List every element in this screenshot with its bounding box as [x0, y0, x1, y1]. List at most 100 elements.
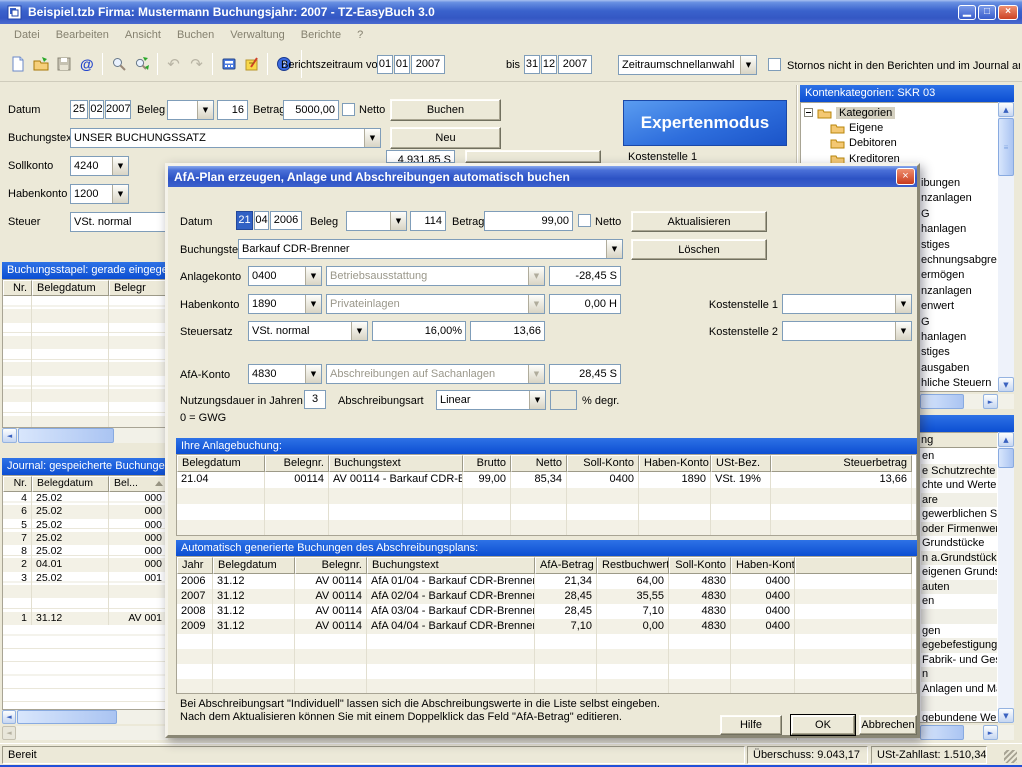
maximize-button[interactable]: □ [978, 5, 996, 20]
tree-item-fragment[interactable]: hanlagen [921, 222, 997, 237]
menu-item[interactable]: Ansicht [125, 29, 161, 41]
betrag-field[interactable]: 5000,00 [283, 100, 339, 120]
sort-ascending-icon[interactable] [155, 481, 163, 486]
new-document-icon[interactable] [8, 54, 27, 73]
table-row[interactable] [3, 416, 167, 428]
accounts-vscrollbar[interactable]: ▲ ▼ [998, 432, 1014, 723]
column-header[interactable]: Buchungstext [367, 557, 535, 574]
column-header[interactable]: Soll-Konto [669, 557, 731, 574]
account-row-fragment[interactable]: auten [921, 580, 997, 595]
menu-item[interactable]: Verwaltung [230, 29, 284, 41]
table-row[interactable] [3, 296, 167, 309]
dlg-datum-year[interactable]: 2006 [270, 211, 302, 230]
table-row[interactable] [177, 488, 916, 504]
dlg-netto-checkbox[interactable] [578, 214, 591, 227]
tree-item-fragment[interactable]: ausgaben [921, 361, 997, 376]
tree-item-fragment[interactable]: ermögen [921, 268, 997, 283]
account-row-fragment[interactable]: gebundene Werk [921, 711, 997, 722]
table-row[interactable]: 725.02000 [3, 532, 167, 545]
sollkonto-select[interactable]: 4240 ▼ [70, 156, 129, 176]
anlagekonto-select[interactable]: 0400 ▼ [248, 266, 322, 286]
tree-item-fragment[interactable]: nzanlagen [921, 191, 997, 206]
table-row[interactable] [177, 664, 916, 679]
collapse-icon[interactable] [804, 108, 813, 117]
period-to-day[interactable]: 31 [524, 55, 540, 74]
undo-icon[interactable]: ↶ [164, 54, 183, 73]
scroll-right-icon[interactable]: ► [983, 394, 998, 409]
beleg-nr-field[interactable]: 16 [217, 100, 248, 120]
quick-period-select[interactable]: Zeitraumschnellanwahl ▼ [618, 55, 757, 75]
table-row[interactable] [177, 649, 916, 664]
redo-icon[interactable]: ↷ [187, 54, 206, 73]
habenkonto-select[interactable]: 1200 ▼ [70, 184, 129, 204]
dlg-beleg-select[interactable]: ▼ [346, 211, 407, 231]
column-header[interactable]: Soll-Konto [567, 455, 639, 472]
kostenstelle1-select[interactable]: ▼ [782, 294, 912, 314]
table-row[interactable] [3, 402, 167, 415]
column-header[interactable]: Haben-Konto [731, 557, 795, 574]
ok-button[interactable]: OK [791, 715, 855, 735]
minimize-button[interactable]: ▁ [958, 5, 976, 20]
menu-item[interactable]: Datei [14, 29, 40, 41]
chevron-down-icon[interactable]: ▼ [112, 185, 128, 203]
scroll-left-icon[interactable]: ◄ [2, 428, 17, 443]
chevron-down-icon[interactable]: ▼ [740, 56, 756, 74]
table-row[interactable]: 525.02000 [3, 519, 167, 532]
account-row-fragment[interactable]: gewerblichen S [921, 507, 997, 522]
column-header[interactable]: Belegdatum [213, 557, 295, 574]
column-header[interactable] [795, 557, 912, 574]
table-row[interactable] [177, 634, 916, 649]
degr-field[interactable] [550, 390, 577, 410]
column-header[interactable]: Netto [511, 455, 567, 472]
steuersatz-select[interactable]: VSt. normal ▼ [248, 321, 368, 341]
menu-item[interactable]: Bearbeiten [56, 29, 109, 41]
column-header[interactable]: Buchungstext [329, 455, 463, 472]
chevron-down-icon[interactable]: ▼ [351, 322, 367, 340]
scrollbar-thumb[interactable] [920, 725, 964, 740]
journal-hscrollbar-2[interactable]: ◄ [2, 726, 168, 740]
chevron-down-icon[interactable]: ▼ [305, 365, 321, 383]
close-button[interactable]: × [998, 5, 1018, 20]
dialog-close-icon[interactable]: × [896, 168, 915, 185]
abschreibungsart-select[interactable]: Linear ▼ [436, 390, 546, 410]
scrollbar-thumb[interactable] [18, 428, 114, 443]
scroll-left-icon[interactable]: ◄ [2, 710, 16, 724]
buchungstext-select[interactable]: UNSER BUCHUNGSSATZ ▼ [70, 128, 381, 148]
chevron-down-icon[interactable]: ▼ [364, 129, 380, 147]
column-header[interactable]: Haben-Konto [639, 455, 711, 472]
account-row-fragment[interactable]: egebefestigunge [921, 638, 997, 653]
table-row[interactable] [3, 362, 167, 375]
column-header[interactable]: Jahr [177, 557, 213, 574]
tree-item-eigene[interactable]: Eigene [830, 120, 883, 136]
tree-item-fragment[interactable]: stiges [921, 238, 997, 253]
dlg-datum-day[interactable]: 21 [236, 211, 253, 230]
column-header[interactable]: Belegdatum [32, 280, 109, 296]
table-row[interactable] [3, 323, 167, 336]
chevron-down-icon[interactable]: ▼ [895, 322, 911, 340]
account-row-fragment[interactable] [921, 696, 997, 711]
loeschen-button[interactable]: Löschen [631, 239, 767, 260]
tree-vscrollbar[interactable]: ▲ ≡ ▼ [998, 102, 1014, 392]
account-row-fragment[interactable]: en [921, 449, 997, 464]
tree-item-debitoren[interactable]: Debitoren [830, 136, 897, 152]
account-row-fragment[interactable]: are [921, 493, 997, 508]
column-header[interactable]: AfA-Betrag [535, 557, 597, 574]
tree-item-kategorien[interactable]: Kategorien [804, 105, 895, 121]
chevron-down-icon[interactable]: ▼ [529, 391, 545, 409]
table-row[interactable] [177, 679, 916, 694]
netto-checkbox[interactable] [342, 103, 355, 116]
column-header[interactable]: Brutto [463, 455, 511, 472]
save-icon[interactable] [54, 54, 73, 73]
table-row[interactable]: 825.02000 [3, 545, 167, 558]
hilfe-button[interactable]: Hilfe [720, 715, 782, 735]
table-row[interactable]: 204.01000 [3, 558, 167, 571]
account-row-fragment[interactable]: eigenen Grundst [921, 565, 997, 580]
period-to-year[interactable]: 2007 [558, 55, 592, 74]
account-row-fragment[interactable]: e Schutzrechte [921, 464, 997, 479]
dlg-habenkonto-select[interactable]: 1890 ▼ [248, 294, 322, 314]
menu-item[interactable]: Berichte [301, 29, 341, 41]
account-row-fragment[interactable]: n [921, 667, 997, 682]
table-row[interactable] [3, 309, 167, 322]
tree-item-fragment[interactable]: hanlagen [921, 330, 997, 345]
tree-item-fragment[interactable]: nzanlagen [921, 284, 997, 299]
